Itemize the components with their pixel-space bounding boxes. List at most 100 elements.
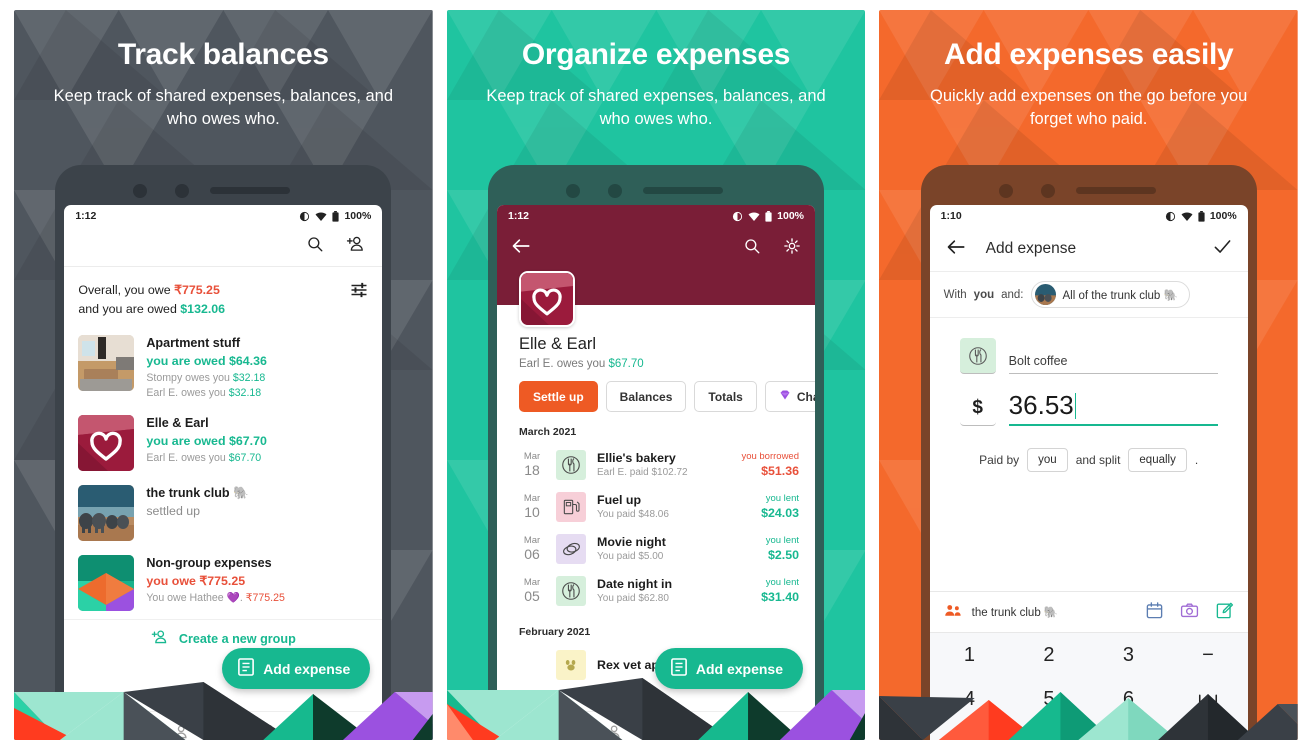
- table-row[interactable]: Mar 06 Movie night You paid $5.00 you le…: [497, 528, 815, 570]
- page-title: Track balances: [117, 38, 329, 71]
- notes-edit-icon[interactable]: [1215, 601, 1234, 623]
- expense-amount-value: $2.50: [767, 548, 799, 563]
- filter-sliders-icon[interactable]: [350, 281, 368, 304]
- expense-month: Mar: [523, 450, 541, 462]
- status-time: 1:12: [508, 210, 530, 222]
- participant-chip[interactable]: All of the trunk club 🐘: [1030, 281, 1190, 308]
- group-subline-amount: $32.18: [232, 372, 266, 385]
- group-thumbnail-apartment: [78, 335, 135, 392]
- battery-percent: 100%: [1209, 210, 1237, 222]
- screen-title: Add expense: [985, 240, 1077, 257]
- dining-icon: [556, 450, 586, 480]
- group-thumbnail-heart: [78, 415, 135, 472]
- group-balance-prefix: Earl E. owes you: [519, 358, 609, 370]
- wifi-icon: [1181, 211, 1193, 222]
- split-method-button[interactable]: equally: [1128, 448, 1187, 472]
- camera-icon[interactable]: [1180, 601, 1199, 623]
- tab-balances[interactable]: Balances: [605, 381, 687, 412]
- overall-owed-line: and you are owed $132.06: [78, 300, 225, 319]
- expense-day: 06: [524, 545, 540, 562]
- description-row: Bolt coffee: [959, 338, 1218, 374]
- amount-input[interactable]: 36.53: [1008, 390, 1218, 426]
- group-subline: Stompy owes you $32.18: [146, 371, 368, 386]
- split-prefix: and split: [1075, 453, 1121, 467]
- month-header: February 2021: [519, 626, 591, 638]
- month-header: March 2021: [519, 426, 577, 438]
- panel-organize-expenses: Organize expenses Keep track of shared e…: [446, 10, 866, 740]
- search-icon[interactable]: [306, 235, 324, 258]
- search-icon[interactable]: [743, 237, 761, 260]
- headline-block-1: Track balances Keep track of shared expe…: [14, 10, 433, 131]
- with-people-row: With you and: All of the trunk club 🐘: [929, 271, 1248, 318]
- list-item[interactable]: the trunk club 🐘 settled up: [64, 479, 382, 549]
- tab-charts[interactable]: Cha: [764, 381, 815, 412]
- group-subline: Earl E. owes you $32.18: [146, 386, 368, 401]
- group-status: settled up: [146, 504, 201, 519]
- do-not-disturb-icon: [732, 211, 743, 222]
- group-thumbnail-nongroup: [78, 555, 135, 612]
- group-title: Elle & Earl: [146, 416, 209, 431]
- check-icon[interactable]: [1213, 238, 1232, 260]
- table-row[interactable]: Mar 10 Fuel up You paid $48.06 you lent …: [497, 486, 815, 528]
- table-row[interactable]: Mar 18 Ellie's bakery Earl E. paid $102.…: [497, 444, 815, 486]
- currency-symbol: $: [972, 396, 983, 418]
- page-title: Add expenses easily: [943, 38, 1234, 71]
- earpiece-speaker-icon: [1075, 187, 1156, 194]
- battery-icon: [1198, 210, 1205, 222]
- expense-amount-value: $51.36: [761, 464, 799, 479]
- description-input[interactable]: Bolt coffee: [1008, 354, 1218, 374]
- calendar-icon[interactable]: [1145, 601, 1164, 623]
- group-people-icon[interactable]: [944, 603, 963, 621]
- expense-month: Mar: [523, 534, 541, 546]
- with-prefix: With: [943, 288, 967, 301]
- currency-button[interactable]: $: [959, 390, 996, 426]
- group-status: you owe ₹775.25: [146, 574, 246, 589]
- earpiece-speaker-icon: [643, 187, 723, 194]
- expense-day: 10: [524, 503, 540, 520]
- expense-amount-value: $24.03: [761, 506, 799, 521]
- paid-by-button[interactable]: you: [1027, 448, 1068, 472]
- list-item[interactable]: Apartment stuff you are owed $64.36 Stom…: [64, 329, 382, 409]
- group-balance-amount: $67.70: [608, 358, 644, 370]
- wifi-icon: [315, 211, 327, 222]
- list-item[interactable]: Elle & Earl you are owed $67.70 Earl E. …: [64, 409, 382, 479]
- tab-totals[interactable]: Totals: [694, 381, 757, 412]
- page-subtitle: Quickly add expenses on the go before yo…: [929, 87, 1248, 128]
- expense-date: Mar 06: [519, 535, 545, 564]
- paid-by-prefix: Paid by: [979, 453, 1020, 467]
- app-bar-3: Add expense: [929, 227, 1248, 271]
- expense-day: 05: [524, 587, 540, 604]
- app-bar-1: [64, 227, 383, 267]
- table-row[interactable]: Mar 05 Date night in You paid $62.80 you…: [497, 570, 815, 612]
- add-group-icon[interactable]: [346, 235, 366, 258]
- expense-amount-label: you borrowed: [741, 450, 799, 462]
- back-arrow-icon[interactable]: [511, 237, 531, 260]
- tab-settle-up[interactable]: Settle up: [519, 381, 598, 412]
- overall-owed-prefix: and you are owed: [78, 302, 181, 317]
- expense-amount-block: you lent $2.50: [766, 535, 799, 563]
- page-subtitle: Keep track of shared expenses, balances,…: [486, 87, 826, 128]
- create-new-group-label: Create a new group: [178, 631, 296, 646]
- panel-add-expenses-easily: Add expenses easily Quickly add expenses…: [879, 10, 1299, 740]
- group-subline-text: Earl E. owes you: [146, 451, 229, 464]
- sensor-dot-icon: [608, 184, 622, 198]
- movie-tickets-icon: [556, 534, 586, 564]
- dining-icon[interactable]: [959, 338, 996, 374]
- participant-chip-label: All of the trunk club 🐘: [1062, 289, 1178, 302]
- back-arrow-icon[interactable]: [946, 238, 966, 261]
- group-subline-text: Stompy owes you: [146, 372, 233, 385]
- headline-block-3: Add expenses easily Quickly add expenses…: [879, 10, 1298, 131]
- status-time: 1:10: [940, 210, 962, 222]
- group-subline: You owe Hathee 💜. ₹775.25: [146, 591, 368, 606]
- list-item[interactable]: Non-group expenses you owe ₹775.25 You o…: [64, 549, 382, 619]
- overall-owe-line: Overall, you owe ₹775.25: [78, 281, 225, 300]
- decorative-mountains-1: [14, 648, 433, 740]
- group-avatar-heart: [519, 271, 575, 327]
- group-name: Elle & Earl: [519, 335, 597, 353]
- sensor-dot-icon: [1040, 184, 1055, 198]
- gear-icon[interactable]: [783, 237, 801, 260]
- headline-block-2: Organize expenses Keep track of shared e…: [447, 10, 866, 131]
- expense-date: Mar 10: [519, 493, 545, 522]
- expense-name: Movie night: [597, 535, 666, 550]
- app-bar-2: [497, 227, 815, 327]
